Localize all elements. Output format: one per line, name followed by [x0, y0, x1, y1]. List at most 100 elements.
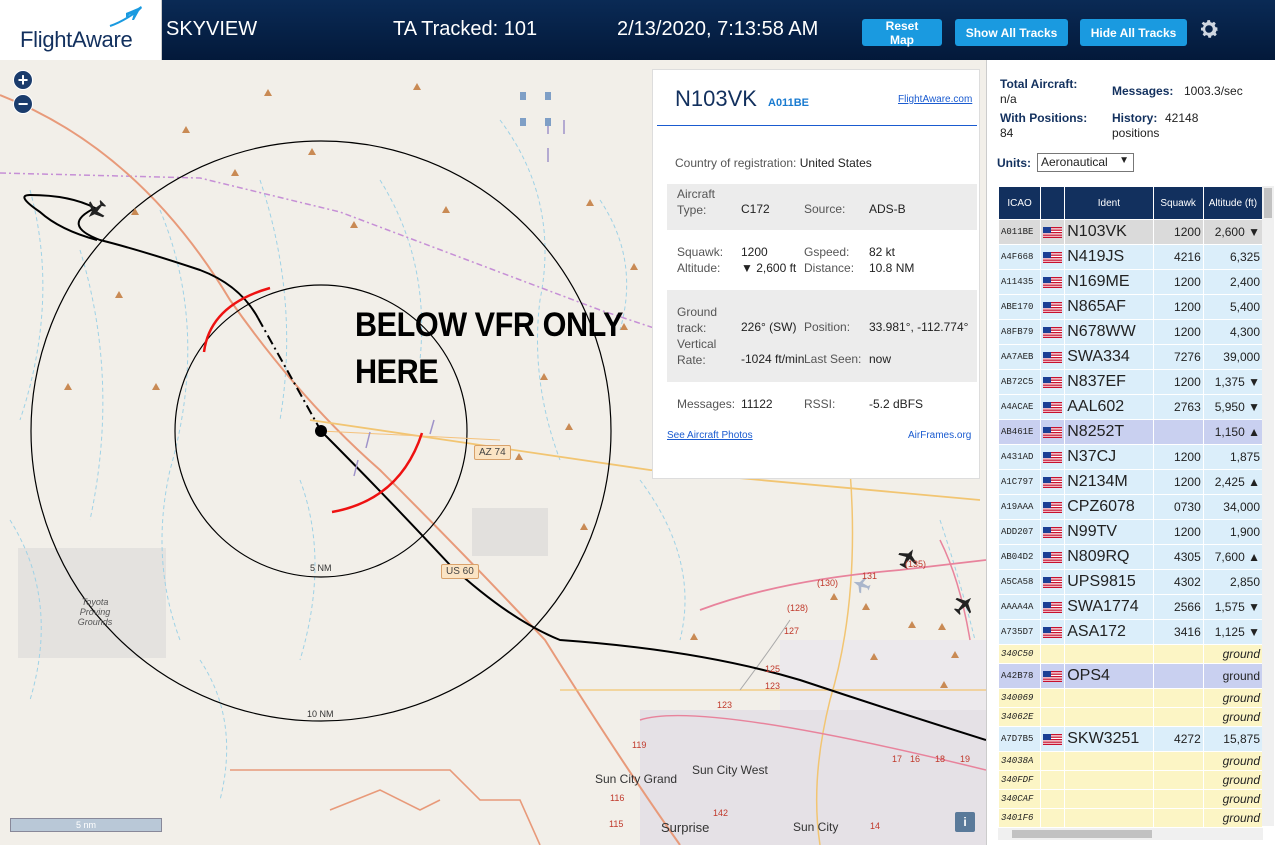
table-row[interactable]: AB04D2 N809RQ 4305 7,600 ▲	[997, 544, 1264, 570]
row-icao: A42B78	[997, 663, 1042, 689]
row-icao: 340069	[997, 688, 1042, 708]
table-row[interactable]: A4F668 N419JS 4216 6,325	[997, 244, 1264, 270]
row-altitude: 2,425 ▲	[1202, 469, 1264, 495]
column-altitude[interactable]: Altitude (ft)	[1202, 186, 1264, 220]
table-row[interactable]: A8FB79 N678WW 1200 4,300	[997, 319, 1264, 345]
road-number: 119	[632, 740, 647, 750]
flightaware-link[interactable]: FlightAware.com	[898, 94, 972, 105]
row-altitude: ground	[1202, 688, 1264, 708]
registration-label: Country of registration:	[675, 156, 797, 170]
last-seen-value: now	[869, 352, 892, 366]
row-squawk	[1152, 707, 1204, 727]
map-info-button[interactable]: i	[955, 812, 975, 832]
distance-value: 10.8 NM	[869, 261, 915, 275]
table-row[interactable]: A1C797 N2134M 1200 2,425 ▲	[997, 469, 1264, 495]
table-header: ICAO Ident Squawk Altitude (ft)	[997, 186, 1264, 220]
row-ident: N169ME	[1064, 269, 1154, 295]
rssi-value: -5.2 dBFS	[869, 397, 924, 411]
table-row[interactable]: A7D7B5 SKW3251 4272 15,875	[997, 726, 1264, 752]
aircraft-icon[interactable]	[950, 591, 978, 619]
row-flag	[1040, 394, 1066, 420]
row-ident	[1064, 751, 1154, 771]
table-row[interactable]: 340069 ground	[997, 688, 1264, 708]
hide-all-tracks-button[interactable]: Hide All Tracks	[1080, 19, 1187, 46]
row-altitude: 1,375 ▼	[1202, 369, 1264, 395]
table-row[interactable]: A4ACAE AAL602 2763 5,950 ▼	[997, 394, 1264, 420]
table-row[interactable]: 340FDF ground	[997, 770, 1264, 790]
table-row[interactable]: A19AAA CPZ6078 0730 34,000	[997, 494, 1264, 520]
row-squawk	[1152, 751, 1204, 771]
table-vertical-scrollbar[interactable]	[1262, 186, 1274, 826]
table-row[interactable]: 3401F6 ground	[997, 808, 1264, 828]
row-squawk: 1200	[1152, 319, 1204, 345]
table-row[interactable]: A42B78 OPS4 ground	[997, 663, 1264, 689]
table-row[interactable]: A735D7 ASA172 3416 1,125 ▼	[997, 619, 1264, 645]
row-icao: 34038A	[997, 751, 1042, 771]
last-seen-label: Last Seen:	[804, 352, 862, 366]
messages-value: 11122	[741, 397, 773, 411]
units-select[interactable]: Aeronautical ▼	[1037, 153, 1134, 172]
row-flag	[1040, 644, 1066, 664]
road-number: 16	[910, 754, 921, 764]
table-row[interactable]: 34062E ground	[997, 707, 1264, 727]
table-row[interactable]: A11435 N169ME 1200 2,400	[997, 269, 1264, 295]
row-flag	[1040, 594, 1066, 620]
table-row[interactable]: 340CAF ground	[997, 789, 1264, 809]
aircraft-icon-n103vk[interactable]	[82, 196, 110, 224]
vertical-rate-value: -1024 ft/min	[741, 352, 805, 366]
airframes-link[interactable]: AirFrames.org	[908, 430, 971, 441]
table-row[interactable]: 340C50 ground	[997, 644, 1264, 664]
altitude-value: ▼ 2,600 ft	[741, 261, 797, 275]
table-row[interactable]: A431AD N37CJ 1200 1,875	[997, 444, 1264, 470]
divider	[657, 125, 977, 126]
row-squawk	[1152, 808, 1204, 828]
row-ident: OPS4	[1064, 663, 1154, 689]
zoom-in-button[interactable]: +	[13, 70, 33, 90]
column-ident[interactable]: Ident	[1064, 186, 1154, 220]
table-row[interactable]: AAAA4A SWA1774 2566 1,575 ▼	[997, 594, 1264, 620]
us-flag-icon	[1043, 670, 1063, 682]
row-ident: CPZ6078	[1064, 494, 1154, 520]
history-value: 42148 positions	[1112, 111, 1199, 140]
row-altitude: 2,850	[1202, 569, 1264, 595]
table-row[interactable]: ADD207 N99TV 1200 1,900	[997, 519, 1264, 545]
us-flag-icon	[1043, 601, 1063, 613]
table-row[interactable]: ABE170 N865AF 1200 5,400	[997, 294, 1264, 320]
row-squawk	[1152, 663, 1204, 689]
us-flag-icon	[1043, 576, 1063, 588]
gear-icon[interactable]	[1197, 17, 1221, 41]
column-squawk[interactable]: Squawk	[1152, 186, 1204, 220]
zoom-out-button[interactable]: −	[13, 94, 33, 114]
row-altitude: 34,000	[1202, 494, 1264, 520]
row-ident	[1064, 688, 1154, 708]
row-squawk: 1200	[1152, 269, 1204, 295]
row-altitude: ground	[1202, 644, 1264, 664]
table-row[interactable]: AB72C5 N837EF 1200 1,375 ▼	[997, 369, 1264, 395]
row-altitude: 5,400	[1202, 294, 1264, 320]
table-row[interactable]: AB461E N8252T 1,150 ▲	[997, 419, 1264, 445]
row-ident: ASA172	[1064, 619, 1154, 645]
reset-map-button[interactable]: Reset Map	[862, 19, 942, 47]
table-row[interactable]: A011BE N103VK 1200 2,600 ▼	[997, 219, 1264, 245]
table-row[interactable]: A5CA58 UPS9815 4302 2,850	[997, 569, 1264, 595]
row-ident	[1064, 707, 1154, 727]
table-row[interactable]: AA7AEB SWA334 7276 39,000	[997, 344, 1264, 370]
row-squawk: 2763	[1152, 394, 1204, 420]
messages-rate-value: 1003.3/sec	[1184, 84, 1243, 98]
road-number: (135)	[905, 559, 927, 569]
us-flag-icon	[1043, 626, 1063, 638]
table-horizontal-scrollbar[interactable]	[998, 828, 1263, 840]
row-ident: N809RQ	[1064, 544, 1154, 570]
column-flag[interactable]	[1040, 186, 1066, 220]
row-icao: A4ACAE	[997, 394, 1042, 420]
flightaware-logo[interactable]: FlightAware	[0, 0, 162, 60]
row-icao: AB72C5	[997, 369, 1042, 395]
road-number: 14	[870, 821, 881, 831]
row-squawk: 4302	[1152, 569, 1204, 595]
row-icao: ABE170	[997, 294, 1042, 320]
aircraft-photos-link[interactable]: See Aircraft Photos	[667, 430, 753, 441]
row-icao: A431AD	[997, 444, 1042, 470]
column-icao[interactable]: ICAO	[997, 186, 1042, 220]
table-row[interactable]: 34038A ground	[997, 751, 1264, 771]
show-all-tracks-button[interactable]: Show All Tracks	[955, 19, 1068, 46]
